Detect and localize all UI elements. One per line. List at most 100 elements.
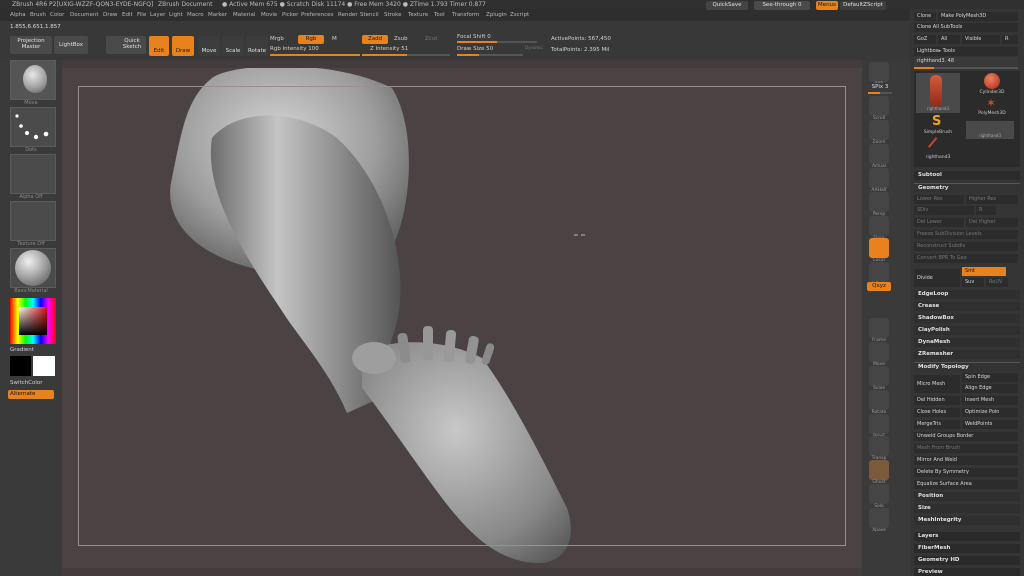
visible-button[interactable]: Visible [962,35,1000,44]
tool-thumb-righthand3-c[interactable]: righthand3 [916,137,960,165]
menu-picker[interactable]: Picker [282,12,298,18]
rgb-toggle[interactable]: Rgb [298,35,324,44]
scale-view-button[interactable]: Scale [869,366,889,391]
tool-thumb-polymesh3d[interactable]: ✶ PolyMesh3D [970,97,1014,119]
menu-brush[interactable]: Brush [30,12,46,18]
zadd-toggle[interactable]: Zadd [362,35,388,44]
insert-mesh-button[interactable]: Insert Mesh [962,396,1018,405]
crease-header[interactable]: Crease [914,302,1020,311]
divide-button[interactable]: Divide [914,269,960,287]
menu-zplugin[interactable]: Zplugin [486,12,507,18]
size-header[interactable]: Size [914,504,1020,513]
convert-bpr-button[interactable]: Convert BPR To Geo [914,254,1018,263]
secondary-color-swatch[interactable] [33,356,55,376]
persp-button[interactable]: Persp [869,192,889,217]
menu-marker[interactable]: Marker [208,12,227,18]
scale-mode-button[interactable]: Scale [222,36,244,56]
menu-tool[interactable]: Tool [434,12,445,18]
xpose-button[interactable]: Xpose [869,508,889,533]
zremesher-header[interactable]: ZRemesher [914,350,1020,359]
shadowbox-header[interactable]: ShadowBox [914,314,1020,323]
del-lower-button[interactable]: Del Lower [914,218,964,227]
del-hidden-button[interactable]: Del Hidden [914,396,960,405]
menu-color[interactable]: Color [50,12,64,18]
lower-res-button[interactable]: Lower Res [914,195,964,204]
layers-header[interactable]: Layers [914,532,1020,541]
fibermesh-header[interactable]: FiberMesh [914,544,1020,553]
tool-thumb-cylinder3d[interactable]: Cylinder3D [970,73,1014,97]
material-thumbnail[interactable] [10,248,56,288]
brush-thumbnail[interactable] [10,60,56,100]
tool-thumb-righthand3[interactable]: righthand3 [916,73,960,113]
qxyz-toggle[interactable]: Qxyz [867,282,891,291]
micro-mesh-button[interactable]: Micro Mesh [914,375,960,393]
optimize-points-button[interactable]: Optimize Poin [962,408,1018,417]
focal-shift-track[interactable] [457,41,537,43]
menu-zscript[interactable]: Zscript [510,12,529,18]
rgb-intensity-track[interactable] [270,54,360,56]
move-view-button[interactable]: Move [869,342,889,367]
current-tool-slider[interactable]: righthand3. 48 [914,57,1018,66]
menu-layer[interactable]: Layer [150,12,165,18]
projection-master-button[interactable]: Projection Master [10,36,52,54]
zoom-button[interactable]: Zoom [869,120,889,145]
position-header[interactable]: Position [914,492,1020,501]
rgb-intensity-slider[interactable]: Rgb Intensity 100 [270,46,319,52]
weld-points-button[interactable]: WeldPoints [962,420,1018,429]
clone-all-subtools-button[interactable]: Clone All SubTools [914,23,1018,32]
menu-render[interactable]: Render [338,12,358,18]
merge-tris-button[interactable]: MergeTris [914,420,960,429]
tool-thumb-righthand3-b[interactable]: righthand3 [966,121,1014,139]
scroll-button[interactable]: Scroll [869,96,889,121]
make-polymesh-button[interactable]: Make PolyMesh3D [938,12,1018,21]
unweld-groups-border-button[interactable]: Unweld Groups Border [914,432,1018,441]
menu-transform[interactable]: Transform [452,12,479,18]
quick-sketch-button[interactable]: Quick Sketch [106,36,146,54]
zsub-toggle[interactable]: Zsub [394,36,408,42]
spix-track[interactable] [868,92,892,94]
draw-size-slider[interactable]: Draw Size 50 [457,46,493,52]
transp-button[interactable]: Transp [869,436,889,461]
z-intensity-slider[interactable]: Z Intensity 51 [370,46,408,52]
main-color-swatch[interactable] [10,356,31,376]
gradient-toggle[interactable]: Gradient [10,347,34,353]
equalize-surface-area-button[interactable]: Equalize Surface Area [914,480,1018,489]
menu-preferences[interactable]: Preferences [301,12,333,18]
sdiv-extra-button[interactable]: R [976,206,996,215]
claypolish-header[interactable]: ClayPolish [914,326,1020,335]
lsym-button[interactable]: L.Sym [869,262,889,287]
del-higher-button[interactable]: Del Higher [966,218,1018,227]
close-holes-button[interactable]: Close Holes [914,408,960,417]
spin-edge-button[interactable]: Spin Edge [962,373,1018,382]
default-zscript-button[interactable]: DefaultZScript [840,1,886,10]
texture-thumbnail[interactable] [10,201,56,241]
reuv-toggle[interactable]: ReUV [986,278,1008,287]
polyf-button[interactable]: PolyF [869,414,889,439]
align-edge-button[interactable]: Align Edge [962,384,1018,393]
edit-mode-button[interactable]: Edit [149,36,169,56]
subtool-header[interactable]: Subtool [914,171,1020,180]
switch-color-button[interactable]: SwitchColor [10,380,43,386]
m-toggle[interactable]: M [332,36,337,42]
geometry-header[interactable]: Geometry [914,183,1020,192]
ghost-button[interactable]: Ghost [869,460,889,485]
actual-button[interactable]: Actual [869,144,889,169]
menu-stroke[interactable]: Stroke [384,12,402,18]
modify-topology-header[interactable]: Modify Topology [914,362,1020,371]
draw-size-track[interactable] [457,54,523,56]
r-button[interactable]: R [1002,35,1018,44]
tool-thumb-simplebrush[interactable]: S SimpleBrush [916,115,960,141]
color-picker-square[interactable] [19,307,47,335]
rotate-view-button[interactable]: Rotate [869,390,889,415]
draw-mode-button[interactable]: Draw [172,36,194,56]
aahalf-button[interactable]: AAHalf [869,168,889,193]
mrgb-toggle[interactable]: Mrgb [270,36,284,42]
stroke-thumbnail[interactable] [10,107,56,147]
floor-button[interactable]: Floor [869,216,889,241]
current-tool-track[interactable] [914,67,1018,69]
reconstruct-subdiv-button[interactable]: Reconstruct Subdiv [914,242,1018,251]
local-button[interactable]: Local [869,238,889,263]
alpha-thumbnail[interactable] [10,154,56,194]
menu-stencil[interactable]: Stencil [360,12,379,18]
sdiv-slider[interactable]: SDiv [914,206,974,215]
